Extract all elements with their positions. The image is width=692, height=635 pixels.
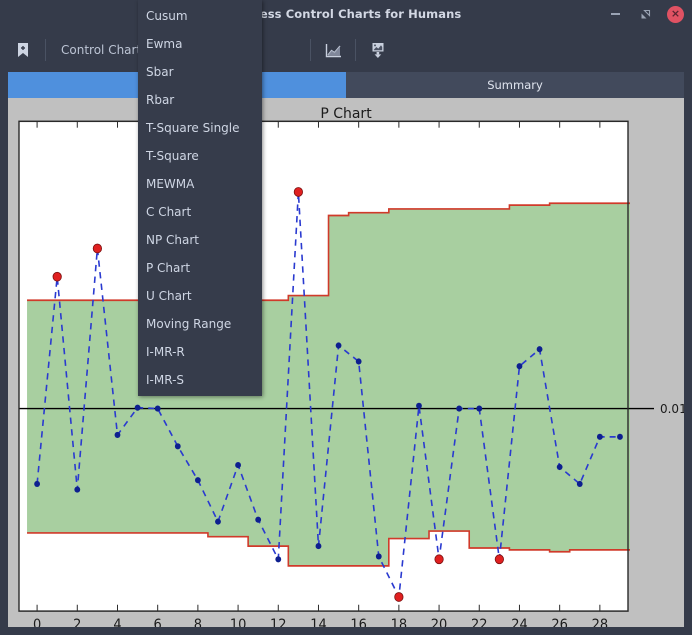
x-axis-tick-label: 26 xyxy=(551,618,568,627)
x-axis-tick-label: 10 xyxy=(230,618,247,627)
x-axis-tick-label: 0 xyxy=(33,618,41,627)
menu-item-np-chart[interactable]: NP Chart xyxy=(138,226,262,254)
titlebar: Process Control Charts for Humans × xyxy=(0,0,692,28)
data-point[interactable] xyxy=(114,431,121,439)
x-axis-tick-label: 14 xyxy=(310,618,327,627)
x-axis-tick-label: 24 xyxy=(511,618,528,627)
toolbar-separator-1 xyxy=(45,39,46,61)
tab-summary[interactable]: Summary xyxy=(346,72,684,98)
data-point[interactable] xyxy=(456,405,463,412)
data-point[interactable] xyxy=(154,405,161,412)
menu-item-rbar[interactable]: Rbar xyxy=(138,86,262,114)
data-point[interactable] xyxy=(536,346,543,353)
chart-panel: P Chart 0.0180246810121416182022242628 xyxy=(8,98,684,627)
tabbar: Chart Summary xyxy=(0,72,692,98)
close-icon: × xyxy=(670,7,681,20)
line-chart-icon[interactable] xyxy=(320,37,346,63)
center-line-label: 0.018 xyxy=(660,402,684,416)
close-button[interactable]: × xyxy=(667,5,684,23)
data-point[interactable] xyxy=(516,363,523,370)
menu-item-i-mr-s[interactable]: I-MR-S xyxy=(138,366,262,394)
menu-item-t-square[interactable]: T-Square xyxy=(138,142,262,170)
menu-item-p-chart[interactable]: P Chart xyxy=(138,254,262,282)
menu-item-ewma[interactable]: Ewma xyxy=(138,30,262,58)
data-point[interactable] xyxy=(34,480,40,488)
window-title: Process Control Charts for Humans xyxy=(230,7,462,21)
data-point-violation[interactable] xyxy=(394,592,404,602)
data-point[interactable] xyxy=(416,402,422,409)
menu-item-u-chart[interactable]: U Chart xyxy=(138,282,262,310)
p-chart-plot[interactable]: 0.0180246810121416182022242628 xyxy=(8,98,684,627)
menu-item-sbar[interactable]: Sbar xyxy=(138,58,262,86)
data-point[interactable] xyxy=(215,518,221,525)
x-axis-tick-label: 22 xyxy=(471,618,488,627)
data-point[interactable] xyxy=(315,543,322,550)
x-axis-tick-label: 28 xyxy=(592,618,609,627)
bookmark-icon[interactable] xyxy=(10,37,36,63)
toolbar-separator-2 xyxy=(310,39,312,61)
data-point[interactable] xyxy=(255,516,262,523)
data-point[interactable] xyxy=(275,556,282,563)
app-window: Process Control Charts for Humans × Cont… xyxy=(0,0,692,635)
data-point[interactable] xyxy=(556,463,563,471)
save-chart-icon[interactable] xyxy=(365,37,391,63)
data-point[interactable] xyxy=(335,342,342,349)
data-point[interactable] xyxy=(134,404,141,411)
data-point-violation[interactable] xyxy=(92,243,102,254)
data-point-violation[interactable] xyxy=(293,187,303,197)
data-point-violation[interactable] xyxy=(434,554,444,565)
data-point[interactable] xyxy=(355,358,362,365)
data-point[interactable] xyxy=(235,462,241,469)
data-point[interactable] xyxy=(194,477,201,484)
menu-item-moving-range[interactable]: Moving Range xyxy=(138,310,262,338)
x-axis-tick-label: 16 xyxy=(350,618,367,627)
x-axis-tick-label: 18 xyxy=(391,618,408,627)
data-point-violation[interactable] xyxy=(494,554,504,565)
data-point[interactable] xyxy=(74,486,81,493)
menu-item-c-chart[interactable]: C Chart xyxy=(138,198,262,226)
menu-item-i-mr-r[interactable]: I-MR-R xyxy=(138,338,262,366)
maximize-button[interactable] xyxy=(637,6,653,22)
menu-item-cusum[interactable]: Cusum xyxy=(138,2,262,30)
x-axis-tick-label: 6 xyxy=(154,618,162,627)
data-point[interactable] xyxy=(174,443,181,450)
minimize-button[interactable] xyxy=(607,6,623,22)
data-point[interactable] xyxy=(576,480,583,488)
x-axis-tick-label: 20 xyxy=(431,618,448,627)
toolbar-separator-3 xyxy=(355,39,357,61)
control-chart-dropdown-menu[interactable]: Cusum Ewma Sbar Rbar T-Square Single T-Square… xyxy=(138,0,262,396)
x-axis-tick-label: 12 xyxy=(270,618,287,627)
x-axis-tick-label: 2 xyxy=(73,618,81,627)
menu-item-mewma[interactable]: MEWMA xyxy=(138,170,262,198)
x-axis-tick-label: 8 xyxy=(194,618,202,627)
menu-item-t-square-single[interactable]: T-Square Single xyxy=(138,114,262,142)
control-chart-label: Control Chart: xyxy=(61,43,146,57)
data-point[interactable] xyxy=(476,405,483,412)
data-point-violation[interactable] xyxy=(52,271,62,282)
data-point[interactable] xyxy=(617,433,623,440)
window-controls: × xyxy=(607,0,684,28)
toolbar: Control Chart: xyxy=(0,28,692,72)
data-point[interactable] xyxy=(375,553,382,560)
x-axis-tick-label: 4 xyxy=(113,618,121,627)
data-point[interactable] xyxy=(596,433,603,440)
